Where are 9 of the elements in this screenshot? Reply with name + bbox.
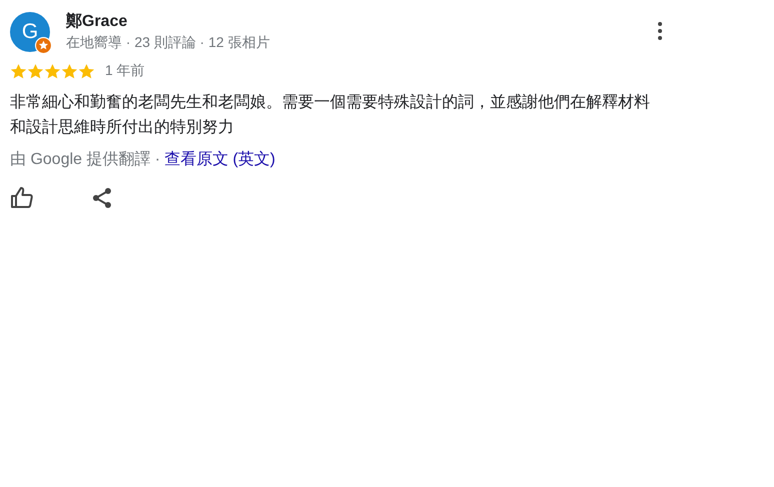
review-text: 非常細心和勤奮的老闆先生和老闆娘。需要一個需要特殊設計的詞，並感謝他們在解釋材料和設計思維時所付出的特別努力 [10,92,651,138]
like-button[interactable] [10,186,34,210]
author-name[interactable]: 鄭Grace [66,12,658,32]
more-options-button[interactable] [658,22,662,40]
review-time: 1 年前 [105,62,145,80]
translation-note: 由 Google 提供翻譯 · [10,150,160,170]
original-link[interactable]: 查看原文 (英文) [164,148,276,172]
author-meta: 在地嚮導 · 23 則評論 · 12 張相片 [66,33,271,52]
share-button[interactable] [90,186,114,210]
